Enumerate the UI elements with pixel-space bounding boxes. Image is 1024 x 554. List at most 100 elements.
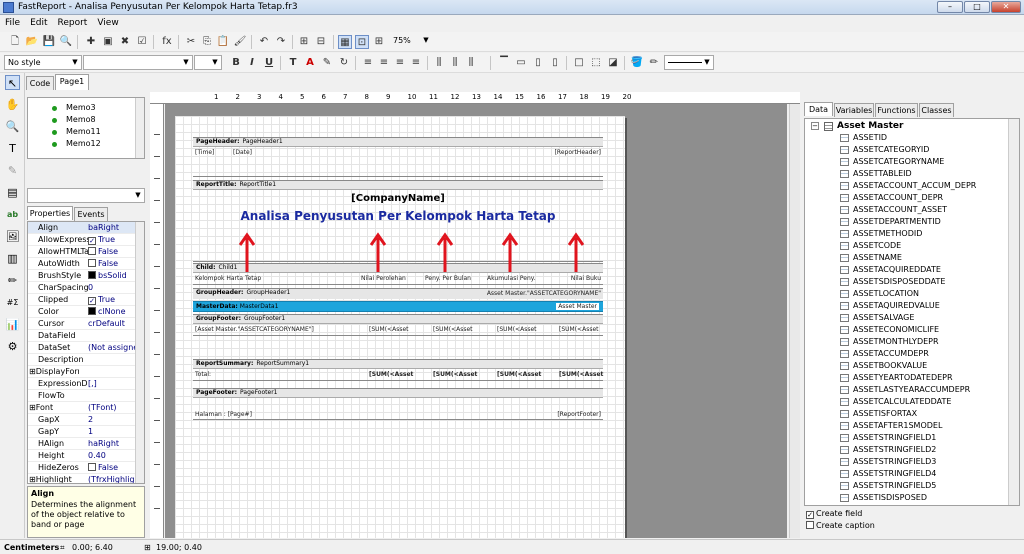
frame-all-icon[interactable]: □ <box>572 56 586 70</box>
memo-total[interactable]: Total: <box>195 371 211 378</box>
tab-properties[interactable]: Properties <box>27 206 73 220</box>
property-value[interactable]: (TFont) <box>88 402 117 413</box>
property-row[interactable]: ⊞Highlight (TfrxHighlight <box>28 474 143 483</box>
data-field[interactable]: ASSETSTRINGFIELD4 <box>840 469 936 478</box>
checkbox-checked-icon[interactable]: ✓ <box>88 237 96 245</box>
property-value[interactable]: clNone <box>88 306 126 317</box>
picture-object-icon[interactable]: 🖼 <box>5 229 20 244</box>
font-settings-icon[interactable]: T <box>286 56 300 70</box>
data-field[interactable]: ASSETACCOUNT_ASSET <box>840 205 947 214</box>
property-value[interactable]: False <box>88 246 118 257</box>
align-justify-icon[interactable]: ≡ <box>409 56 423 70</box>
data-field[interactable]: ASSETMETHODID <box>840 229 922 238</box>
memo-page-number[interactable]: Halaman : [Page#] <box>195 411 252 418</box>
property-value[interactable]: baRight <box>88 222 119 233</box>
maximize-button[interactable]: □ <box>964 1 990 13</box>
data-field[interactable]: ASSETSDISPOSEDDATE <box>840 277 945 286</box>
property-row[interactable]: Cursor crDefault <box>28 318 136 330</box>
tree-item[interactable]: Memo12 <box>52 139 101 148</box>
property-value[interactable]: 2 <box>88 414 93 425</box>
tab-page1[interactable]: Page1 <box>55 74 89 90</box>
property-value[interactable]: haRight <box>88 438 119 449</box>
subreport-icon[interactable]: ▥ <box>5 251 20 266</box>
column-header[interactable]: Peny. Per Bulan <box>425 275 471 282</box>
memo-sum[interactable]: [SUM(<Asset <box>369 371 413 378</box>
column-header[interactable]: Nilai Buku <box>571 275 601 282</box>
data-field[interactable]: ASSETMONTHLYDEPR <box>840 337 939 346</box>
text-object-icon[interactable]: ab <box>5 207 20 222</box>
property-value[interactable]: ✓ True <box>88 234 115 245</box>
property-row[interactable]: BrushStyle bsSolid <box>28 270 136 282</box>
property-row[interactable]: AllowExpress ✓ True <box>28 234 136 246</box>
memo-report-footer[interactable]: [ReportFooter] <box>557 411 601 418</box>
shadow-icon[interactable]: ◪ <box>606 56 620 70</box>
data-field[interactable]: ASSETDEPARTMENTID <box>840 217 941 226</box>
data-field[interactable]: ASSETISFORTAX <box>840 409 917 418</box>
property-row[interactable]: AllowHTMLTa False <box>28 246 136 258</box>
copy-icon[interactable]: ⎘ <box>200 35 214 49</box>
select-tool-icon[interactable]: ↖ <box>5 75 20 90</box>
show-grid-icon[interactable]: ▦ <box>338 35 352 49</box>
more-objects-icon[interactable]: ⚙ <box>5 339 20 354</box>
data-field[interactable]: ASSETSALVAGE <box>840 313 914 322</box>
inspector-scrollbar[interactable] <box>135 222 144 483</box>
page-header-band[interactable]: PageHeader: PageHeader1 [Time] [Date] [Re… <box>193 137 603 177</box>
highlight-icon[interactable]: ✎ <box>320 56 334 70</box>
memo-sum[interactable]: [SUM(<Asset <box>497 326 537 333</box>
property-value[interactable]: False <box>88 258 118 269</box>
memo-sum[interactable]: [SUM(<Asset <box>497 371 541 378</box>
group-icon[interactable]: ⊞ <box>297 35 311 49</box>
checkbox-checked-icon[interactable]: ✓ <box>88 297 96 305</box>
create-caption-option[interactable]: Create caption <box>806 521 875 530</box>
memo-report-title[interactable]: Analisa Penyusutan Per Kelompok Harta Te… <box>193 209 603 223</box>
band-tool-icon[interactable]: ▤ <box>5 185 20 200</box>
data-field[interactable]: ASSETCATEGORYID <box>840 145 929 154</box>
frame-bottom-icon[interactable]: ▭ <box>514 56 528 70</box>
collapse-icon[interactable]: − <box>811 122 819 130</box>
tree-item[interactable]: Memo8 <box>52 115 96 124</box>
bold-icon[interactable]: B <box>229 56 243 70</box>
frame-none-icon[interactable]: ⬚ <box>589 56 603 70</box>
property-row[interactable]: DataField <box>28 330 136 342</box>
group-header-band[interactable]: GroupHeader: GroupHeader1 Asset Master."A… <box>193 288 603 299</box>
property-row[interactable]: Color clNone <box>28 306 136 318</box>
preview-icon[interactable]: 🔍 <box>59 35 73 49</box>
property-value[interactable]: bsSolid <box>88 270 127 281</box>
frame-width-select[interactable]: ▼ <box>664 55 714 70</box>
data-field[interactable]: ASSETSTRINGFIELD2 <box>840 445 936 454</box>
menu-report[interactable]: Report <box>53 16 93 30</box>
memo-sum[interactable]: [SUM(<Asset <box>559 326 599 333</box>
report-summary-band[interactable]: ReportSummary: ReportSummary1 Total: [SUM… <box>193 359 603 381</box>
group-footer-band[interactable]: GroupFooter: GroupFooter1 [Asset Master."… <box>193 314 603 336</box>
valign-bottom-icon[interactable]: ⫼ <box>464 56 478 70</box>
memo-sum[interactable]: [SUM(<Asset <box>433 326 473 333</box>
master-data-band[interactable]: MasterData: MasterData1 Asset Master <box>193 301 603 312</box>
tree-item[interactable]: Memo11 <box>52 127 101 136</box>
ungroup-icon[interactable]: ⊟ <box>314 35 328 49</box>
property-row[interactable]: FlowTo <box>28 390 136 402</box>
data-field[interactable]: ASSETACQUIREDDATE <box>840 265 941 274</box>
data-field[interactable]: ASSETACCOUNT_DEPR <box>840 193 943 202</box>
data-field[interactable]: ASSETACCUMDEPR <box>840 349 929 358</box>
align-right-icon[interactable]: ≡ <box>393 56 407 70</box>
dataset-root[interactable]: Asset Master <box>837 121 903 131</box>
data-tree-scrollbar[interactable] <box>1008 119 1019 505</box>
property-row[interactable]: Clipped ✓ True <box>28 294 136 306</box>
memo-report-header[interactable]: [ReportHeader] <box>555 149 601 156</box>
memo-sum[interactable]: [SUM(<Asset <box>559 371 603 378</box>
data-field[interactable]: ASSETNAME <box>840 253 902 262</box>
data-field[interactable]: ASSETAQUIREDVALUE <box>840 301 940 310</box>
data-field[interactable]: ASSETBOOKVALUE <box>840 361 927 370</box>
minimize-button[interactable]: – <box>937 1 963 13</box>
memo-sum[interactable]: [SUM(<Asset <box>433 371 477 378</box>
page-footer-band[interactable]: PageFooter: PageFooter1 Halaman : [Page#]… <box>193 388 603 420</box>
menu-file[interactable]: File <box>0 16 25 30</box>
dataset-label[interactable]: Asset Master <box>556 303 599 310</box>
data-field[interactable]: ASSETAFTER1SMODEL <box>840 421 942 430</box>
zoom-tool-icon[interactable]: 🔍 <box>5 119 20 134</box>
redo-icon[interactable]: ↷ <box>274 35 288 49</box>
zoom-select[interactable]: 75% ▼ <box>390 34 432 49</box>
menu-view[interactable]: View <box>92 16 123 30</box>
underline-icon[interactable]: U <box>262 56 276 70</box>
property-value[interactable]: 0.40 <box>88 450 106 461</box>
